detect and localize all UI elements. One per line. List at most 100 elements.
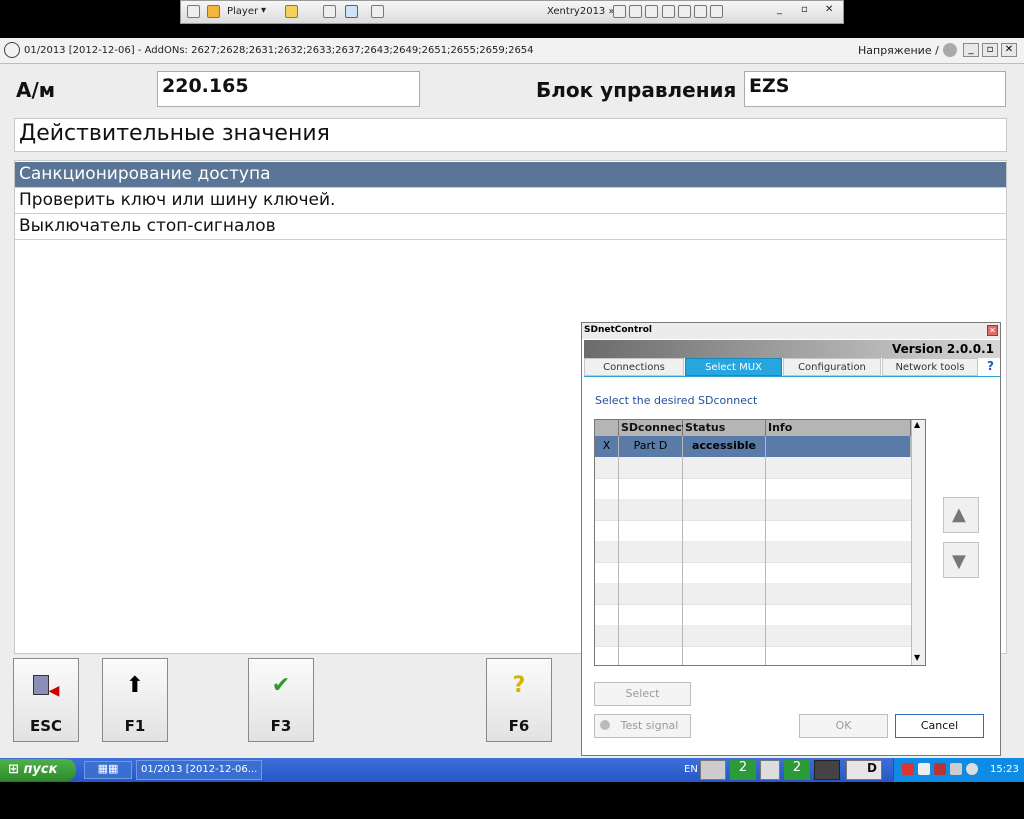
tab-network-tools[interactable]: Network tools bbox=[882, 358, 978, 376]
sdconnect-tray-icon-2[interactable]: 2 bbox=[784, 760, 810, 780]
tray-app-icon[interactable] bbox=[934, 763, 946, 775]
status-globe-icon bbox=[943, 43, 957, 57]
clock[interactable]: 15:23 bbox=[990, 764, 1019, 775]
title-bar: 01/2013 [2012-12-06] - AddONs: 2627;2628… bbox=[0, 38, 1024, 64]
table-row-empty bbox=[595, 457, 911, 479]
vehicle-field: 220.165 bbox=[157, 71, 420, 107]
sdnetcontrol-dialog: SDnetControl ✕ Version 2.0.0.1 Connectio… bbox=[581, 322, 1001, 756]
language-indicator[interactable]: EN bbox=[684, 764, 698, 775]
table-header: SDconnect bbox=[619, 420, 688, 436]
f1-button[interactable]: ⬆ F1 bbox=[102, 658, 168, 742]
exit-door-icon: ◀ bbox=[14, 675, 78, 702]
drive-tray-icon[interactable]: D bbox=[846, 760, 882, 780]
close-button[interactable]: ✕ bbox=[1001, 43, 1017, 57]
tab-configuration[interactable]: Configuration bbox=[783, 358, 881, 376]
section-title: Действительные значения bbox=[14, 118, 1007, 152]
vehicle-label: А/м bbox=[16, 78, 56, 102]
list-item[interactable]: Выключатель стоп-сигналов bbox=[15, 214, 1006, 240]
dialog-close-button[interactable]: ✕ bbox=[987, 325, 998, 336]
window-title: 01/2013 [2012-12-06] - AddONs: 2627;2628… bbox=[24, 45, 534, 56]
triangle-down-icon: ▼ bbox=[952, 551, 966, 572]
table-header-mark bbox=[595, 420, 619, 436]
table-row-empty bbox=[595, 604, 911, 626]
quick-launch-keyboard-icon[interactable]: ▦▦ bbox=[84, 761, 132, 779]
cancel-button[interactable]: Cancel bbox=[895, 714, 984, 738]
sdconnect-tray-icon[interactable]: 2 bbox=[730, 760, 756, 780]
f3-button[interactable]: ✔ F3 bbox=[248, 658, 314, 742]
start-button[interactable]: ⊞ пуск bbox=[0, 759, 76, 781]
windows-logo-icon: ⊞ bbox=[8, 762, 19, 777]
taskbar-item-xentry[interactable]: 01/2013 [2012-12-06... bbox=[136, 760, 262, 780]
ecu-label: Блок управления bbox=[536, 78, 737, 102]
table-row[interactable]: X Part D accessible bbox=[595, 436, 911, 458]
table-row-empty bbox=[595, 583, 911, 605]
select-prompt: Select the desired SDconnect bbox=[595, 394, 758, 407]
tab-select-mux[interactable]: Select MUX bbox=[685, 358, 782, 376]
restore-button[interactable]: ▫ bbox=[982, 43, 998, 57]
minimize-icon[interactable]: _ bbox=[777, 4, 782, 15]
table-row-empty bbox=[595, 478, 911, 500]
esc-button[interactable]: ◀ ESC bbox=[13, 658, 79, 742]
table-header: Status bbox=[683, 420, 766, 436]
list-item[interactable]: Санкционирование доступа bbox=[15, 162, 1006, 188]
chevron-down-icon[interactable]: ▾ bbox=[261, 5, 266, 16]
move-down-button[interactable]: ▼ bbox=[943, 542, 979, 578]
sdconnect-table: SDconnect Status Info X Part D accessibl… bbox=[594, 419, 926, 666]
snapshot-icon[interactable] bbox=[371, 5, 384, 21]
document-tray-icon[interactable] bbox=[760, 760, 780, 780]
table-row-empty bbox=[595, 562, 911, 584]
ok-button[interactable]: OK bbox=[799, 714, 888, 738]
scroll-up-icon[interactable]: ▲ bbox=[914, 420, 920, 429]
row-sdconnect: Part D bbox=[619, 436, 683, 457]
player-logo-icon bbox=[207, 5, 220, 21]
vm-player-toolbar: Player ▾ Xentry2013 » _ ▫ ✕ bbox=[180, 0, 844, 24]
device-tray-icon[interactable] bbox=[814, 760, 840, 780]
player-menu[interactable]: Player bbox=[227, 6, 258, 17]
tray-app-icon[interactable] bbox=[966, 763, 978, 775]
system-tray: 15:23 bbox=[893, 758, 1024, 782]
tab-connections[interactable]: Connections bbox=[584, 358, 684, 376]
tray-app-icon[interactable] bbox=[950, 763, 962, 775]
network-adapter-icon[interactable] bbox=[700, 760, 726, 780]
table-row-empty bbox=[595, 625, 911, 647]
table-header: Info bbox=[766, 420, 911, 436]
pause-icon[interactable] bbox=[285, 5, 298, 21]
network-icon[interactable] bbox=[323, 5, 336, 21]
triangle-up-icon: ▲ bbox=[952, 504, 966, 525]
dialog-title: SDnetControl bbox=[582, 323, 1000, 339]
table-row-empty bbox=[595, 499, 911, 521]
ecu-field: EZS bbox=[744, 71, 1006, 107]
close-icon[interactable]: ✕ bbox=[825, 4, 833, 15]
restore-icon[interactable]: ▫ bbox=[801, 4, 808, 15]
table-row-empty bbox=[595, 646, 911, 665]
fullscreen-icon[interactable] bbox=[345, 5, 358, 21]
tray-app-icon[interactable] bbox=[918, 763, 930, 775]
row-status: accessible bbox=[683, 436, 766, 457]
vm-host-label: Xentry2013 » bbox=[547, 6, 615, 17]
help-button[interactable]: ? bbox=[987, 359, 994, 373]
move-up-button[interactable]: ▲ bbox=[943, 497, 979, 533]
row-mark: X bbox=[595, 436, 619, 457]
voltage-label: Напряжение / bbox=[858, 44, 939, 57]
table-scrollbar[interactable]: ▲ ▼ bbox=[911, 420, 925, 665]
taskbar: ⊞ пуск ▦▦ 01/2013 [2012-12-06... EN 2 2 … bbox=[0, 758, 1024, 782]
list-item[interactable]: Проверить ключ или шину ключей. bbox=[15, 188, 1006, 214]
arrow-up-icon: ⬆ bbox=[125, 673, 145, 698]
table-row-empty bbox=[595, 520, 911, 542]
select-button[interactable]: Select bbox=[594, 682, 691, 706]
version-label: Version 2.0.0.1 bbox=[584, 340, 1000, 358]
mercedes-star-icon bbox=[4, 42, 20, 58]
row-info bbox=[766, 436, 911, 457]
security-icon[interactable] bbox=[902, 763, 914, 775]
scroll-down-icon[interactable]: ▼ bbox=[914, 653, 920, 662]
signal-icon bbox=[600, 720, 610, 730]
tab-bar: Connections Select MUX Configuration Net… bbox=[584, 358, 1000, 377]
minimize-button[interactable]: _ bbox=[963, 43, 979, 57]
help-question-icon: ? bbox=[512, 673, 526, 698]
f6-button[interactable]: ? F6 bbox=[486, 658, 552, 742]
table-row-empty bbox=[595, 541, 911, 563]
pin-icon[interactable] bbox=[187, 5, 200, 21]
checkmark-icon: ✔ bbox=[271, 673, 291, 698]
device-icons[interactable] bbox=[613, 5, 724, 21]
test-signal-button[interactable]: Test signal bbox=[594, 714, 691, 738]
